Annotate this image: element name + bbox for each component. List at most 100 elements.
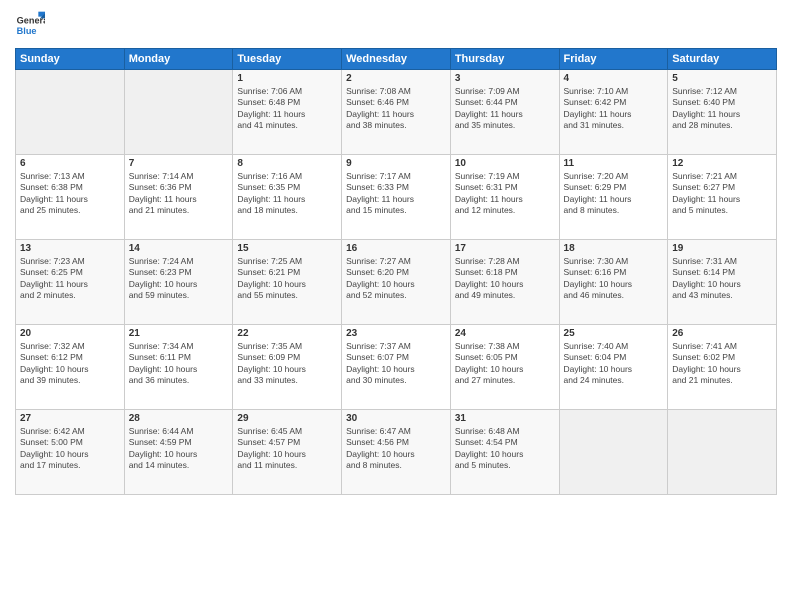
calendar-cell: 27Sunrise: 6:42 AM Sunset: 5:00 PM Dayli… <box>16 410 125 495</box>
cell-info: Sunrise: 7:12 AM Sunset: 6:40 PM Dayligh… <box>672 86 772 132</box>
cell-info: Sunrise: 7:14 AM Sunset: 6:36 PM Dayligh… <box>129 171 229 217</box>
calendar-cell: 4 Sunrise: 7:10 AM Sunset: 6:42 PM Daylig… <box>559 70 668 155</box>
cell-info: Sunrise: 7:27 AM Sunset: 6:20 PM Dayligh… <box>346 256 446 302</box>
cell-day-number: 3 <box>455 73 555 84</box>
cell-info: Sunrise: 7:10 AM Sunset: 6:42 PM Dayligh… <box>564 86 664 132</box>
cell-day-number: 29 <box>237 413 337 424</box>
header: General Blue <box>15 10 777 40</box>
calendar-week-row: 20Sunrise: 7:32 AM Sunset: 6:12 PM Dayli… <box>16 325 777 410</box>
cell-info: Sunrise: 6:47 AM Sunset: 4:56 PM Dayligh… <box>346 426 446 472</box>
cell-info: Sunrise: 7:38 AM Sunset: 6:05 PM Dayligh… <box>455 341 555 387</box>
cell-info: Sunrise: 6:44 AM Sunset: 4:59 PM Dayligh… <box>129 426 229 472</box>
calendar-header: SundayMondayTuesdayWednesdayThursdayFrid… <box>16 49 777 70</box>
calendar-cell: 20Sunrise: 7:32 AM Sunset: 6:12 PM Dayli… <box>16 325 125 410</box>
calendar-cell: 16 Sunrise: 7:27 AM Sunset: 6:20 PM Dayli… <box>342 240 451 325</box>
cell-day-number: 23 <box>346 328 446 339</box>
cell-info: Sunrise: 7:35 AM Sunset: 6:09 PM Dayligh… <box>237 341 337 387</box>
cell-info: Sunrise: 7:34 AM Sunset: 6:11 PM Dayligh… <box>129 341 229 387</box>
calendar-cell: 25Sunrise: 7:40 AM Sunset: 6:04 PM Dayli… <box>559 325 668 410</box>
calendar-cell: 26Sunrise: 7:41 AM Sunset: 6:02 PM Dayli… <box>668 325 777 410</box>
cell-info: Sunrise: 7:30 AM Sunset: 6:16 PM Dayligh… <box>564 256 664 302</box>
calendar-cell: 3 Sunrise: 7:09 AM Sunset: 6:44 PM Daylig… <box>450 70 559 155</box>
weekday-header: Friday <box>559 49 668 70</box>
calendar-cell: 1Sunrise: 7:06 AM Sunset: 6:48 PM Daylig… <box>233 70 342 155</box>
calendar-cell: 11 Sunrise: 7:20 AM Sunset: 6:29 PM Dayli… <box>559 155 668 240</box>
calendar-table: SundayMondayTuesdayWednesdayThursdayFrid… <box>15 48 777 495</box>
cell-day-number: 4 <box>564 73 664 84</box>
cell-info: Sunrise: 6:45 AM Sunset: 4:57 PM Dayligh… <box>237 426 337 472</box>
cell-info: Sunrise: 7:24 AM Sunset: 6:23 PM Dayligh… <box>129 256 229 302</box>
calendar-cell: 10 Sunrise: 7:19 AM Sunset: 6:31 PM Dayli… <box>450 155 559 240</box>
calendar-cell: 6 Sunrise: 7:13 AM Sunset: 6:38 PM Daylig… <box>16 155 125 240</box>
cell-info: Sunrise: 7:23 AM Sunset: 6:25 PM Dayligh… <box>20 256 120 302</box>
cell-day-number: 16 <box>346 243 446 254</box>
calendar-cell <box>559 410 668 495</box>
cell-info: Sunrise: 7:13 AM Sunset: 6:38 PM Dayligh… <box>20 171 120 217</box>
calendar-cell: 8 Sunrise: 7:16 AM Sunset: 6:35 PM Daylig… <box>233 155 342 240</box>
cell-info: Sunrise: 7:09 AM Sunset: 6:44 PM Dayligh… <box>455 86 555 132</box>
cell-day-number: 18 <box>564 243 664 254</box>
cell-day-number: 12 <box>672 158 772 169</box>
calendar-cell: 19Sunrise: 7:31 AM Sunset: 6:14 PM Dayli… <box>668 240 777 325</box>
cell-day-number: 22 <box>237 328 337 339</box>
cell-day-number: 15 <box>237 243 337 254</box>
calendar-cell: 24 Sunrise: 7:38 AM Sunset: 6:05 PM Dayli… <box>450 325 559 410</box>
calendar-cell: 23 Sunrise: 7:37 AM Sunset: 6:07 PM Dayli… <box>342 325 451 410</box>
calendar-cell: 22 Sunrise: 7:35 AM Sunset: 6:09 PM Dayli… <box>233 325 342 410</box>
logo-icon: General Blue <box>15 10 45 40</box>
calendar-cell: 2 Sunrise: 7:08 AM Sunset: 6:46 PM Daylig… <box>342 70 451 155</box>
calendar-week-row: 13Sunrise: 7:23 AM Sunset: 6:25 PM Dayli… <box>16 240 777 325</box>
calendar-cell: 30 Sunrise: 6:47 AM Sunset: 4:56 PM Dayli… <box>342 410 451 495</box>
calendar-cell: 7 Sunrise: 7:14 AM Sunset: 6:36 PM Daylig… <box>124 155 233 240</box>
cell-day-number: 30 <box>346 413 446 424</box>
cell-day-number: 10 <box>455 158 555 169</box>
calendar-week-row: 6 Sunrise: 7:13 AM Sunset: 6:38 PM Daylig… <box>16 155 777 240</box>
calendar-cell: 17Sunrise: 7:28 AM Sunset: 6:18 PM Dayli… <box>450 240 559 325</box>
weekday-header: Wednesday <box>342 49 451 70</box>
calendar-cell: 12 Sunrise: 7:21 AM Sunset: 6:27 PM Dayli… <box>668 155 777 240</box>
cell-day-number: 25 <box>564 328 664 339</box>
calendar-cell: 15 Sunrise: 7:25 AM Sunset: 6:21 PM Dayli… <box>233 240 342 325</box>
cell-info: Sunrise: 7:19 AM Sunset: 6:31 PM Dayligh… <box>455 171 555 217</box>
cell-day-number: 6 <box>20 158 120 169</box>
cell-info: Sunrise: 7:41 AM Sunset: 6:02 PM Dayligh… <box>672 341 772 387</box>
calendar-cell: 14 Sunrise: 7:24 AM Sunset: 6:23 PM Dayli… <box>124 240 233 325</box>
weekday-header: Sunday <box>16 49 125 70</box>
cell-day-number: 7 <box>129 158 229 169</box>
calendar-cell <box>668 410 777 495</box>
cell-info: Sunrise: 7:08 AM Sunset: 6:46 PM Dayligh… <box>346 86 446 132</box>
calendar-cell: 5 Sunrise: 7:12 AM Sunset: 6:40 PM Daylig… <box>668 70 777 155</box>
cell-info: Sunrise: 7:32 AM Sunset: 6:12 PM Dayligh… <box>20 341 120 387</box>
cell-info: Sunrise: 7:17 AM Sunset: 6:33 PM Dayligh… <box>346 171 446 217</box>
weekday-header: Monday <box>124 49 233 70</box>
cell-day-number: 11 <box>564 158 664 169</box>
cell-day-number: 5 <box>672 73 772 84</box>
cell-info: Sunrise: 7:37 AM Sunset: 6:07 PM Dayligh… <box>346 341 446 387</box>
cell-day-number: 24 <box>455 328 555 339</box>
cell-day-number: 27 <box>20 413 120 424</box>
cell-info: Sunrise: 7:06 AM Sunset: 6:48 PM Dayligh… <box>237 86 337 132</box>
cell-day-number: 31 <box>455 413 555 424</box>
cell-day-number: 9 <box>346 158 446 169</box>
calendar-page: General Blue SundayMondayTuesdayWednesda… <box>0 0 792 612</box>
cell-day-number: 19 <box>672 243 772 254</box>
calendar-cell: 13Sunrise: 7:23 AM Sunset: 6:25 PM Dayli… <box>16 240 125 325</box>
cell-info: Sunrise: 7:16 AM Sunset: 6:35 PM Dayligh… <box>237 171 337 217</box>
calendar-week-row: 1Sunrise: 7:06 AM Sunset: 6:48 PM Daylig… <box>16 70 777 155</box>
weekday-header: Thursday <box>450 49 559 70</box>
cell-info: Sunrise: 7:25 AM Sunset: 6:21 PM Dayligh… <box>237 256 337 302</box>
cell-day-number: 2 <box>346 73 446 84</box>
svg-text:Blue: Blue <box>17 26 37 36</box>
calendar-cell: 31Sunrise: 6:48 AM Sunset: 4:54 PM Dayli… <box>450 410 559 495</box>
calendar-cell: 29 Sunrise: 6:45 AM Sunset: 4:57 PM Dayli… <box>233 410 342 495</box>
cell-day-number: 14 <box>129 243 229 254</box>
cell-info: Sunrise: 7:20 AM Sunset: 6:29 PM Dayligh… <box>564 171 664 217</box>
calendar-cell: 9 Sunrise: 7:17 AM Sunset: 6:33 PM Daylig… <box>342 155 451 240</box>
calendar-cell <box>124 70 233 155</box>
cell-info: Sunrise: 7:21 AM Sunset: 6:27 PM Dayligh… <box>672 171 772 217</box>
calendar-cell <box>16 70 125 155</box>
calendar-cell: 28Sunrise: 6:44 AM Sunset: 4:59 PM Dayli… <box>124 410 233 495</box>
cell-day-number: 8 <box>237 158 337 169</box>
cell-day-number: 17 <box>455 243 555 254</box>
calendar-cell: 21Sunrise: 7:34 AM Sunset: 6:11 PM Dayli… <box>124 325 233 410</box>
